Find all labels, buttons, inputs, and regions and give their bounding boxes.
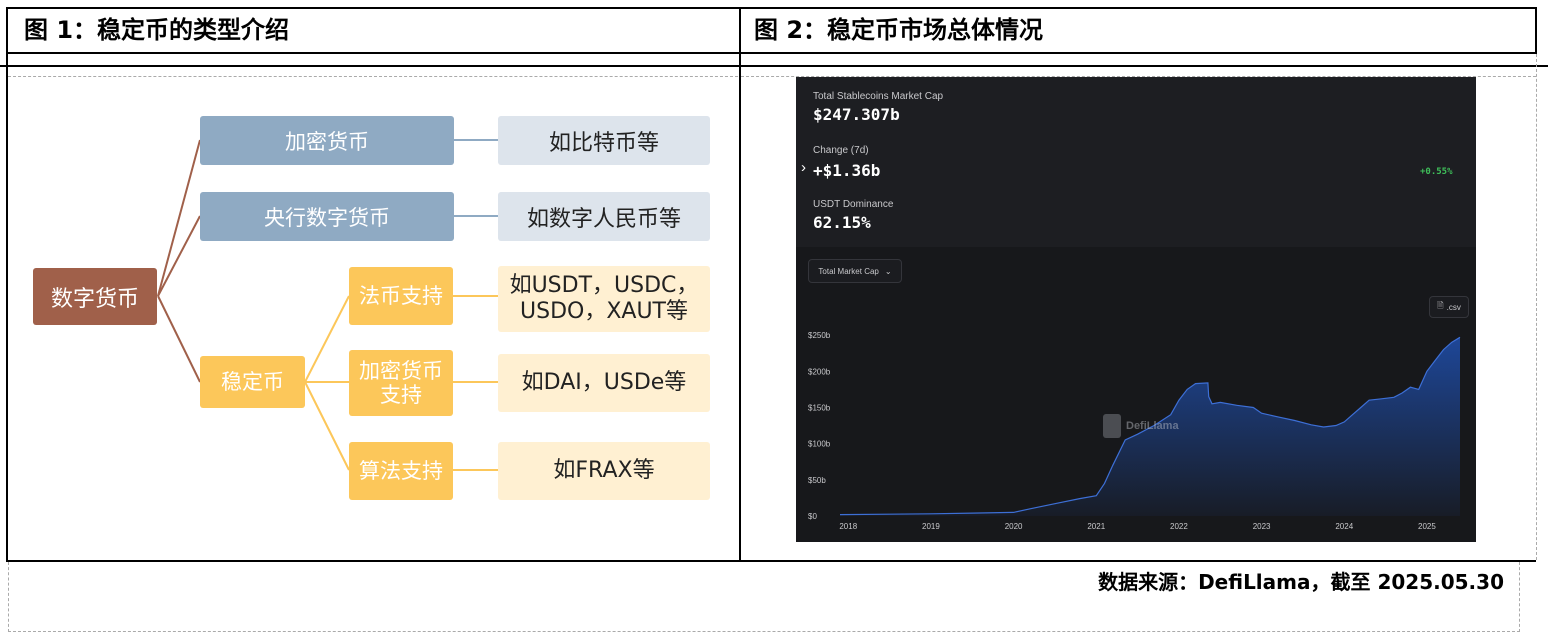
y-tick-label: $50b bbox=[808, 476, 826, 485]
node-fiat-backed: 法币支持 bbox=[349, 267, 453, 325]
node-crypto-backed-example: 如DAI，USDe等 bbox=[498, 354, 710, 412]
y-tick-label: $200b bbox=[808, 367, 831, 376]
stablecoin-chart-panel: Total Stablecoins Market Cap $247.307b C… bbox=[796, 77, 1476, 542]
node-cbdc-example: 如数字人民币等 bbox=[498, 192, 710, 241]
node-crypto-backed: 加密货币支持 bbox=[349, 350, 453, 416]
x-tick-label: 2020 bbox=[1005, 522, 1023, 531]
x-tick-label: 2025 bbox=[1418, 522, 1436, 531]
content-bottom-rule bbox=[6, 560, 1536, 562]
watermark: DefiLlama bbox=[1103, 414, 1179, 438]
figure-2-title: 图 2：稳定币市场总体情况 bbox=[754, 16, 1044, 44]
node-cbdc: 央行数字货币 bbox=[200, 192, 454, 241]
bottom-dashed-right bbox=[1519, 562, 1520, 632]
x-tick-label: 2022 bbox=[1170, 522, 1188, 531]
right-dashed-border bbox=[1536, 54, 1537, 560]
bottom-dashed-left bbox=[8, 562, 9, 632]
node-digital-currency: 数字货币 bbox=[33, 268, 157, 325]
node-crypto: 加密货币 bbox=[200, 116, 454, 165]
llama-logo-icon bbox=[1103, 414, 1121, 438]
market-cap-chart: $0 $50b $100b $150b $200b $250b 2018 2019 2020 20… bbox=[808, 331, 1461, 531]
node-crypto-example: 如比特币等 bbox=[498, 116, 710, 165]
y-tick-label: $250b bbox=[808, 331, 831, 340]
right-border bbox=[1535, 7, 1537, 54]
x-tick-label: 2018 bbox=[839, 522, 857, 531]
x-tick-label: 2021 bbox=[1087, 522, 1105, 531]
node-algorithmic: 算法支持 bbox=[349, 442, 453, 500]
node-fiat-example: 如USDT，USDC，USDO，XAUT等 bbox=[498, 266, 710, 332]
source-label: 数据来源：DefiLlama，截至 2025.05.30 bbox=[1098, 570, 1504, 594]
y-tick-label: $0 bbox=[808, 512, 817, 521]
y-tick-label: $150b bbox=[808, 403, 831, 412]
x-tick-label: 2023 bbox=[1253, 522, 1271, 531]
x-tick-label: 2024 bbox=[1335, 522, 1353, 531]
data-source-note: 数据来源：DefiLlama，截至 2025.05.30 bbox=[1098, 566, 1504, 595]
node-algorithmic-example: 如FRAX等 bbox=[498, 442, 710, 500]
x-tick-label: 2019 bbox=[922, 522, 940, 531]
y-tick-label: $100b bbox=[808, 440, 831, 449]
node-stablecoin: 稳定币 bbox=[200, 356, 305, 408]
bottom-dashed-line bbox=[8, 631, 1520, 632]
watermark-text: DefiLlama bbox=[1126, 420, 1179, 432]
